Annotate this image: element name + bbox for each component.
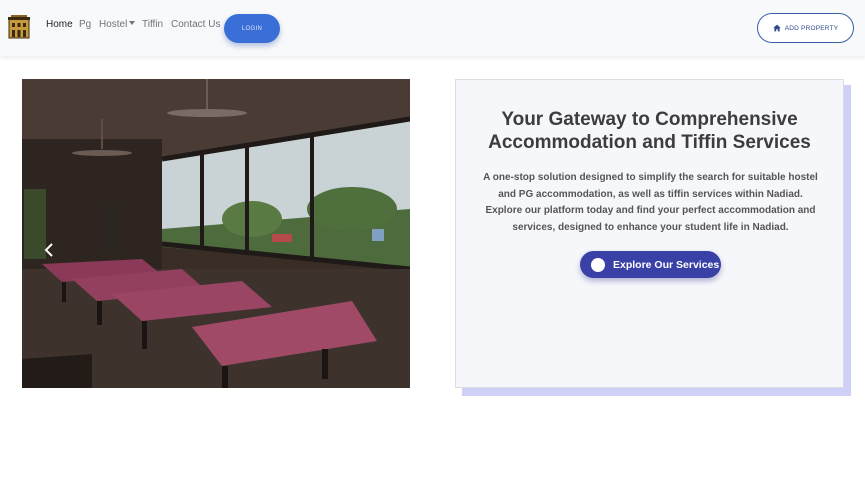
explore-services-button[interactable]: Explore Our Services: [580, 251, 721, 278]
nav-tiffin[interactable]: Tiffin: [142, 19, 163, 31]
nav-hostel-label: Hostel: [99, 19, 128, 30]
nav-contact-us[interactable]: Contact Us: [171, 19, 220, 31]
carousel-prev-button[interactable]: [42, 242, 56, 258]
nav-pg[interactable]: Pg: [79, 19, 91, 31]
circle-icon: [591, 257, 605, 272]
navbar: Home Pg Hostel Tiffin Contact Us LOGIN A…: [0, 0, 865, 56]
chevron-left-icon: [44, 243, 53, 257]
hostel-room-photo: [22, 79, 410, 388]
login-button[interactable]: LOGIN: [224, 14, 280, 43]
hero-card: Your Gateway to Comprehensive Accommodat…: [455, 79, 844, 388]
add-property-label: ADD PROPERTY: [784, 24, 839, 32]
hero-description: A one-stop solution designed to simplify…: [483, 172, 818, 233]
explore-services-label: Explore Our Services: [613, 258, 720, 271]
nav-hostel-dropdown[interactable]: Hostel: [99, 19, 136, 31]
add-property-button[interactable]: ADD PROPERTY: [757, 13, 854, 43]
caret-down-icon: [129, 21, 136, 25]
home-icon: [773, 24, 781, 32]
hero-title: Your Gateway to Comprehensive Accommodat…: [488, 109, 811, 153]
building-logo-icon[interactable]: [8, 15, 30, 39]
hostel-image-carousel[interactable]: [22, 79, 410, 388]
nav-home[interactable]: Home: [46, 19, 73, 31]
